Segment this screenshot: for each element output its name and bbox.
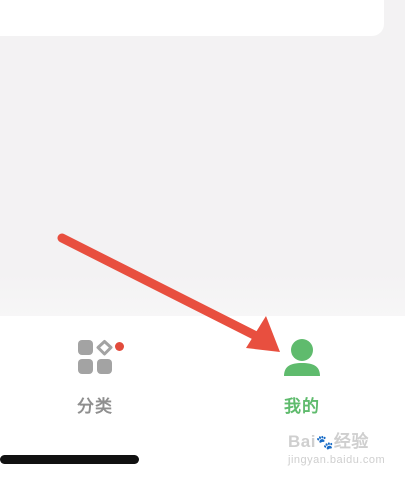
- watermark-brand-left: Bai: [288, 432, 316, 451]
- watermark-url: jingyan.baidu.com: [288, 454, 386, 466]
- tab-category-label: 分类: [77, 397, 113, 417]
- paw-icon: 🐾: [315, 434, 334, 450]
- tab-category[interactable]: 分类: [35, 330, 155, 430]
- tab-mine[interactable]: 我的: [242, 330, 362, 430]
- home-indicator: [0, 455, 139, 464]
- grid-category-icon: [78, 340, 113, 374]
- tab-mine-label: 我的: [284, 397, 320, 417]
- notification-dot: [115, 342, 124, 351]
- watermark-brand-right: 经验: [333, 432, 369, 451]
- person-icon: [284, 339, 320, 376]
- baidu-jingyan-watermark: Bai🐾经验 jingyan.baidu.com: [288, 427, 400, 471]
- content-area: [0, 36, 405, 316]
- top-card: [0, 0, 384, 36]
